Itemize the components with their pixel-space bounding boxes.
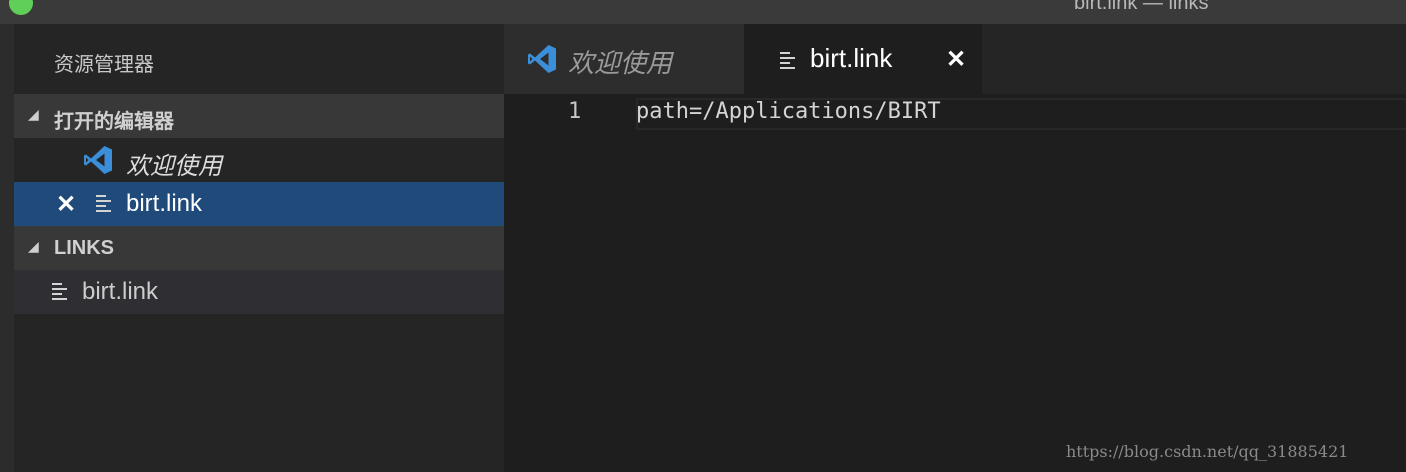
- chevron-down-icon: ◢: [28, 106, 39, 122]
- title-bar: birt.link — links: [0, 0, 1406, 24]
- tab-bar: 欢迎使用 birt.link ✕: [504, 24, 1406, 94]
- file-lines-icon: [52, 282, 70, 302]
- tab-birt-link[interactable]: birt.link ✕: [744, 24, 982, 94]
- close-icon[interactable]: ✕: [56, 193, 76, 217]
- folder-item-birt-link[interactable]: birt.link: [14, 270, 504, 314]
- explorer-sidebar: 资源管理器 ◢ 打开的编辑器 欢迎使用 ✕ birt.link ◢ LINKS: [14, 24, 504, 472]
- chevron-down-icon: ◢: [28, 238, 39, 254]
- code-line[interactable]: 1 path=/Applications/BIRT: [504, 96, 1406, 130]
- vscode-icon: [84, 146, 112, 174]
- open-editors-header[interactable]: ◢ 打开的编辑器: [14, 94, 504, 138]
- zoom-window-button[interactable]: [9, 0, 33, 15]
- folder-links-label: LINKS: [54, 237, 114, 259]
- file-lines-icon: [96, 194, 114, 214]
- folder-file-list: birt.link: [14, 270, 504, 314]
- window-title: birt.link — links: [1074, 0, 1209, 14]
- sidebar-title: 资源管理器: [54, 54, 154, 76]
- tab-label-birt-link: birt.link: [810, 43, 893, 73]
- open-editor-label-welcome: 欢迎使用: [126, 153, 222, 180]
- open-editor-label-birt-link: birt.link: [126, 190, 203, 217]
- code-text[interactable]: path=/Applications/BIRT: [636, 99, 941, 124]
- watermark: https://blog.csdn.net/qq_31885421: [1066, 442, 1349, 461]
- tab-label-welcome: 欢迎使用: [568, 48, 673, 78]
- open-editor-item-birt-link[interactable]: ✕ birt.link: [14, 182, 504, 226]
- open-editor-item-welcome[interactable]: 欢迎使用: [14, 138, 504, 182]
- folder-links-header[interactable]: ◢ LINKS: [14, 226, 504, 270]
- open-editors-label: 打开的编辑器: [54, 111, 174, 133]
- editor-area: 欢迎使用 birt.link ✕ 1 path=/Applications/BI…: [504, 24, 1406, 472]
- activity-bar: [0, 24, 14, 472]
- tab-welcome[interactable]: 欢迎使用: [504, 24, 744, 94]
- close-icon[interactable]: ✕: [946, 48, 966, 72]
- file-lines-icon: [780, 51, 798, 71]
- line-number: 1: [568, 99, 582, 124]
- folder-item-label-birt-link: birt.link: [82, 278, 159, 305]
- vscode-icon: [528, 45, 556, 73]
